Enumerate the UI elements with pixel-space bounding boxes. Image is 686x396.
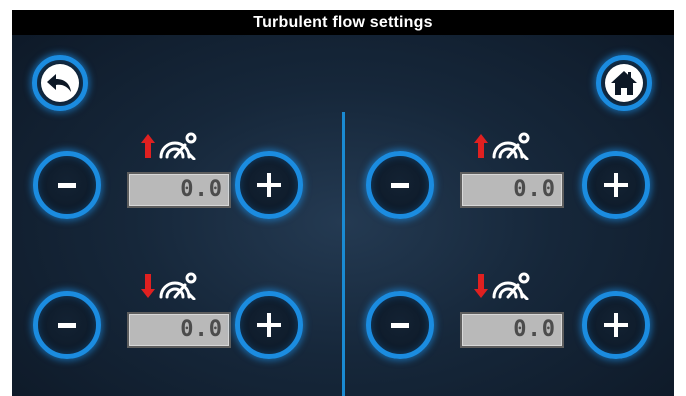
value-text: 0.0: [180, 177, 223, 202]
plus-icon: [604, 313, 628, 337]
page-title: Turbulent flow settings: [253, 14, 433, 31]
decrease-speed-indicator: [472, 270, 542, 301]
decrease-button[interactable]: [366, 291, 434, 359]
increase-button[interactable]: [582, 291, 650, 359]
value-display: 0.0: [460, 312, 564, 348]
arrow-down-icon: [474, 274, 488, 298]
plus-icon: [257, 173, 281, 197]
plus-icon: [257, 313, 281, 337]
panel-divider: [342, 112, 345, 396]
back-arrow-icon: [47, 74, 71, 92]
back-button-face: [41, 64, 79, 102]
speedometer-icon: [492, 132, 530, 161]
value-text: 0.0: [513, 177, 556, 202]
plus-icon: [604, 173, 628, 197]
decrease-button[interactable]: [33, 151, 101, 219]
speedometer-icon: [159, 272, 197, 301]
screen: Turbulent flow settings 0.0 0.0 0.0 0.0: [12, 10, 674, 396]
value-text: 0.0: [513, 317, 556, 342]
decrease-speed-indicator: [139, 270, 209, 301]
arrow-up-icon: [474, 134, 488, 158]
increase-speed-indicator: [139, 130, 209, 161]
decrease-button[interactable]: [366, 151, 434, 219]
home-button[interactable]: [596, 55, 652, 111]
increase-speed-indicator: [472, 130, 542, 161]
minus-icon: [391, 323, 409, 328]
minus-icon: [58, 323, 76, 328]
home-icon: [611, 71, 637, 95]
increase-button[interactable]: [235, 291, 303, 359]
arrow-down-icon: [141, 274, 155, 298]
increase-button[interactable]: [582, 151, 650, 219]
minus-icon: [391, 183, 409, 188]
value-display: 0.0: [127, 172, 231, 208]
increase-button[interactable]: [235, 151, 303, 219]
decrease-button[interactable]: [33, 291, 101, 359]
speedometer-icon: [492, 272, 530, 301]
speedometer-icon: [159, 132, 197, 161]
value-display: 0.0: [127, 312, 231, 348]
back-button[interactable]: [32, 55, 88, 111]
arrow-up-icon: [141, 134, 155, 158]
home-button-face: [605, 64, 643, 102]
value-text: 0.0: [180, 317, 223, 342]
value-display: 0.0: [460, 172, 564, 208]
minus-icon: [58, 183, 76, 188]
